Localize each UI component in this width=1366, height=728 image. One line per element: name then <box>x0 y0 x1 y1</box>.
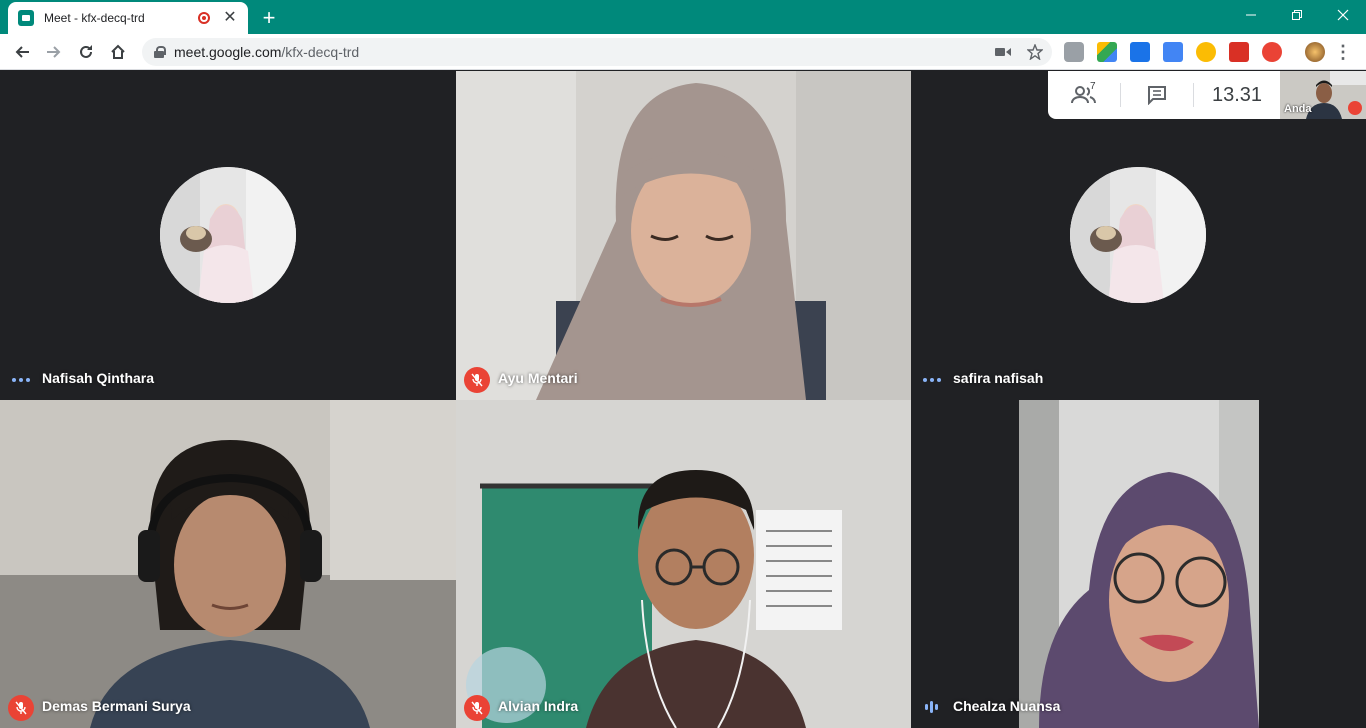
meet-grid: Nafisah Qinthara Ayu Mentari safira nafi… <box>0 71 1366 728</box>
chat-icon <box>1148 86 1166 105</box>
drive-extension-icon[interactable] <box>1097 42 1117 62</box>
browser-menu-icon[interactable]: ⋮ <box>1334 42 1352 62</box>
chat-button[interactable] <box>1121 85 1193 105</box>
participant-tile-nafisah-qinthara[interactable]: Nafisah Qinthara <box>0 71 456 400</box>
block-extension-icon[interactable] <box>1262 42 1282 62</box>
participant-tile-alvian-indra[interactable]: Alvian Indra <box>456 400 911 728</box>
participant-tile-ayu-mentari[interactable]: Ayu Mentari <box>456 71 911 400</box>
audio-activity-dots-icon <box>923 378 941 382</box>
minimize-button[interactable] <box>1228 0 1274 30</box>
browser-tab[interactable]: Meet - kfx-decq-trd ✕ <box>8 2 248 34</box>
url-host: meet.google.com <box>174 44 282 60</box>
participant-video <box>1019 400 1259 728</box>
participant-video <box>456 400 911 728</box>
screenshot-extension-icon[interactable] <box>1064 42 1084 62</box>
browser-tab-strip: Meet - kfx-decq-trd ✕ + <box>0 0 1366 34</box>
camera-in-use-icon[interactable] <box>994 43 1012 61</box>
participant-name: Nafisah Qinthara <box>42 370 155 386</box>
participant-avatar <box>160 167 296 303</box>
participant-name: safira nafisah <box>953 370 1044 386</box>
reload-button[interactable] <box>72 38 100 66</box>
bee-extension-icon[interactable] <box>1196 42 1216 62</box>
forward-button[interactable] <box>40 38 68 66</box>
audio-activity-dots-icon <box>12 378 30 382</box>
extension-icons <box>1064 42 1325 62</box>
browser-toolbar: meet.google.com/kfx-decq-trd ⋮ <box>0 34 1366 70</box>
meet-info-panel: 7 13.31 <box>1048 71 1280 119</box>
close-tab-icon[interactable]: ✕ <box>222 10 238 26</box>
participant-avatar <box>1070 167 1206 303</box>
participant-name: Alvian Indra <box>498 698 579 714</box>
restore-button[interactable] <box>1274 0 1320 30</box>
mic-off-icon <box>1348 101 1362 115</box>
participants-button[interactable]: 7 <box>1048 81 1120 105</box>
participant-name: Ayu Mentari <box>498 370 578 386</box>
window-controls <box>1228 0 1366 30</box>
participant-tile-demas-bermani-surya[interactable]: Demas Bermani Surya <box>0 400 456 728</box>
profile-avatar[interactable] <box>1305 42 1325 62</box>
tab-title: Meet - kfx-decq-trd <box>44 11 145 25</box>
bookmark-star-icon[interactable] <box>1026 43 1044 61</box>
participant-video <box>456 71 911 400</box>
lock-icon <box>154 46 166 58</box>
participant-tile-safira-nafisah[interactable]: safira nafisah <box>911 71 1366 400</box>
recording-indicator-icon <box>198 12 210 24</box>
video-extension-icon[interactable] <box>1229 42 1249 62</box>
url-path: /kfx-decq-trd <box>281 44 360 60</box>
mic-off-icon <box>8 695 34 721</box>
meet-favicon-icon <box>18 10 34 26</box>
new-tab-button[interactable]: + <box>256 5 282 31</box>
self-view-tile[interactable]: Anda <box>1280 71 1366 119</box>
audio-level-icon <box>925 700 938 714</box>
mic-off-icon <box>464 367 490 393</box>
download-extension-icon[interactable] <box>1130 42 1150 62</box>
meeting-clock: 13.31 <box>1212 83 1263 106</box>
self-label: Anda <box>1284 103 1312 115</box>
mic-off-icon <box>464 695 490 721</box>
back-button[interactable] <box>8 38 36 66</box>
home-button[interactable] <box>104 38 132 66</box>
participant-video <box>0 400 456 728</box>
translate-extension-icon[interactable] <box>1163 42 1183 62</box>
participant-name: Chealza Nuansa <box>953 698 1061 714</box>
participant-name: Demas Bermani Surya <box>42 698 191 714</box>
close-window-button[interactable] <box>1320 0 1366 30</box>
participant-count: 7 <box>1090 81 1096 92</box>
participant-tile-chealza-nuansa[interactable]: Chealza Nuansa <box>911 400 1366 728</box>
address-bar[interactable]: meet.google.com/kfx-decq-trd <box>142 38 1052 66</box>
